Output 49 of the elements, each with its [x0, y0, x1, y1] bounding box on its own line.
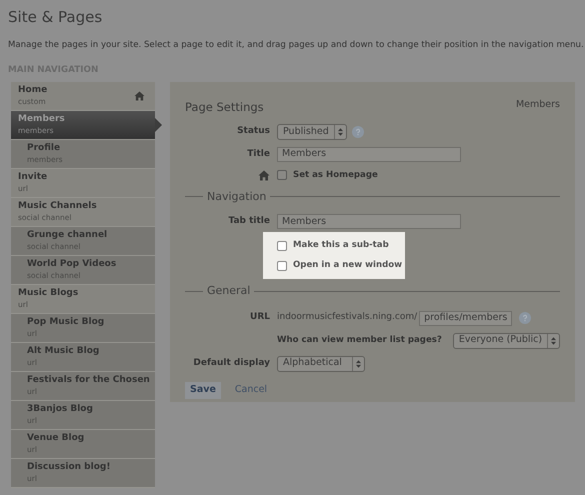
- checkbox-label: Make this a sub-tab: [293, 239, 389, 252]
- cancel-link[interactable]: Cancel: [234, 382, 268, 398]
- dropdown[interactable]: Alphabetical: [277, 356, 365, 372]
- section-legend: Navigation: [207, 188, 266, 206]
- updown-arrows-icon: [356, 360, 361, 368]
- page-name: Home: [18, 84, 48, 96]
- checkbox-label: Set as Homepage: [293, 168, 378, 182]
- page-name: Alt Music Blog: [27, 346, 100, 357]
- page-name: Venue Blog: [27, 432, 84, 444]
- field-label: Tab title: [227, 214, 270, 228]
- updown-arrows-icon: [551, 336, 556, 344]
- checkbox[interactable]: [277, 260, 287, 271]
- page-name: Profile: [27, 142, 62, 154]
- dropdown[interactable]: Everyone (Public): [452, 332, 560, 348]
- page-name: Pop Music Blog: [27, 316, 104, 328]
- page-title: Site & Pages: [8, 7, 104, 28]
- help-icon[interactable]: [352, 126, 364, 138]
- field-label: URL: [249, 311, 270, 324]
- panel-title: Page Settings: [185, 98, 264, 116]
- text-field[interactable]: Members: [277, 214, 461, 230]
- checkbox-label: Open in a new window: [293, 259, 402, 272]
- field-label: Title: [246, 148, 270, 161]
- home-icon: [258, 170, 270, 181]
- home-icon: [134, 90, 145, 101]
- page-name: Invite: [18, 172, 48, 183]
- page-description: Manage the pages in your site. Select a page to edit it, and drag pages up and down to change their position in the navigation menu.: [8, 38, 585, 52]
- checkbox[interactable]: [277, 170, 287, 180]
- page-name: Discussion blog!: [27, 462, 110, 473]
- page-name: World Pop Videos: [27, 258, 116, 270]
- page-name-label: Members: [516, 98, 560, 112]
- checkbox[interactable]: [277, 240, 287, 251]
- save-button[interactable]: Save: [185, 382, 221, 398]
- text-field[interactable]: profiles/members: [419, 310, 512, 326]
- page-name: Music Channels: [18, 200, 97, 212]
- page-name: Festivals for the Chosen: [27, 374, 150, 386]
- url-prefix: indoormusicfestivals.ning.com/: [277, 311, 418, 324]
- page-name: Members: [18, 114, 65, 125]
- help-icon[interactable]: [519, 312, 532, 324]
- page-name: Music Blogs: [18, 288, 78, 299]
- field-label: Default display: [192, 356, 270, 370]
- selection-arrow-icon: [155, 118, 162, 132]
- updown-arrows-icon: [338, 128, 343, 136]
- field-label: Status: [236, 125, 270, 138]
- dropdown[interactable]: Published: [277, 124, 347, 140]
- page-name: Grunge channel: [27, 230, 108, 241]
- page-name: 3Banjos Blog: [27, 404, 93, 415]
- section-legend: General: [207, 283, 250, 300]
- text-field[interactable]: Members: [277, 146, 461, 162]
- field-label: Who can view member list pages?: [277, 334, 442, 347]
